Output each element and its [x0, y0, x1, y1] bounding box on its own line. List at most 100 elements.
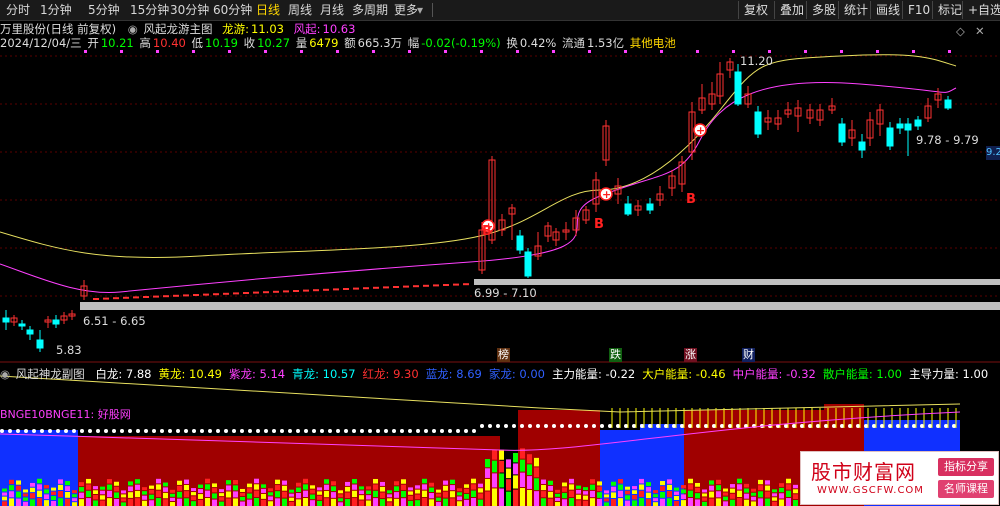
close-icon[interactable]: ✕	[975, 24, 985, 38]
energy-bar	[485, 478, 490, 491]
energy-bar	[758, 485, 763, 491]
energy-bar	[156, 498, 161, 506]
energy-bar	[240, 501, 245, 506]
event-mark-cai[interactable]: 财	[742, 348, 755, 362]
energy-bar	[436, 493, 441, 497]
indicator-chevron-icon[interactable]: ◉	[128, 22, 138, 36]
white-dot	[928, 424, 932, 428]
energy-bar	[86, 498, 91, 506]
top-dot-marker	[588, 50, 591, 53]
white-dot	[384, 429, 388, 433]
energy-bar	[793, 484, 798, 489]
energy-bar	[765, 491, 770, 498]
white-dot	[696, 424, 700, 428]
white-dot	[320, 429, 324, 433]
energy-bar	[212, 488, 217, 493]
energy-bar	[205, 478, 210, 484]
white-dot	[360, 429, 364, 433]
energy-bar	[23, 501, 28, 506]
white-dot	[584, 424, 588, 428]
energy-bar	[212, 493, 217, 499]
energy-bar	[513, 475, 518, 489]
energy-bar	[681, 485, 686, 489]
energy-bar	[471, 498, 476, 506]
energy-bar	[597, 486, 602, 492]
white-dot	[24, 429, 28, 433]
energy-bar	[548, 480, 553, 485]
white-dot	[352, 429, 356, 433]
energy-bar	[625, 486, 630, 490]
energy-bar	[450, 498, 455, 506]
settings-diamond-icon[interactable]: ◇	[956, 24, 965, 38]
energy-bar	[744, 483, 749, 488]
energy-bar	[72, 498, 77, 502]
stock-title[interactable]: 万里股份(日线 前复权)	[0, 22, 116, 36]
energy-bar	[548, 498, 553, 506]
close-label: 收	[243, 36, 256, 50]
energy-bar	[135, 490, 140, 498]
energy-bar	[219, 501, 224, 506]
sub-value-4: 红龙: 9.30	[362, 367, 419, 381]
energy-bar	[436, 497, 441, 501]
energy-bar	[639, 484, 644, 490]
energy-bar	[772, 501, 777, 506]
energy-bar	[380, 499, 385, 506]
energy-bar	[730, 493, 735, 499]
event-mark-zhang[interactable]: 涨	[684, 348, 697, 362]
energy-bar	[16, 491, 21, 498]
candle-body-51	[886, 127, 894, 147]
energy-bar	[2, 492, 7, 496]
white-dot	[88, 429, 92, 433]
candle-body-48	[858, 141, 866, 151]
white-dot	[376, 429, 380, 433]
energy-bar	[457, 488, 462, 492]
energy-bar	[590, 484, 595, 490]
energy-bar	[107, 498, 112, 506]
energy-bar	[611, 499, 616, 506]
energy-bar	[555, 489, 560, 493]
energy-bar	[261, 484, 266, 488]
energy-bar	[569, 478, 574, 484]
small-candle	[153, 295, 159, 298]
white-dot	[728, 424, 732, 428]
white-dot	[616, 424, 620, 428]
energy-bar	[359, 486, 364, 490]
energy-bar	[79, 482, 84, 487]
energy-bar	[639, 498, 644, 506]
concept-tag[interactable]: 其他电池	[630, 36, 676, 50]
energy-bar	[688, 478, 693, 484]
energy-bar	[233, 498, 238, 506]
small-candle	[303, 289, 309, 292]
energy-bar	[443, 498, 448, 506]
event-mark-bang[interactable]: 榜	[497, 348, 510, 362]
watermark-tag-share[interactable]: 指标分享	[938, 458, 994, 476]
energy-bar	[464, 493, 469, 499]
energy-bar	[716, 498, 721, 506]
energy-bar	[156, 484, 161, 490]
energy-bar	[380, 492, 385, 499]
energy-bar	[261, 493, 266, 499]
energy-bar	[345, 481, 350, 486]
white-dot	[632, 424, 636, 428]
kline-chart[interactable]: +++	[0, 0, 1000, 506]
energy-bar	[366, 490, 371, 495]
range-label-2: 6.99 - 7.10	[474, 286, 537, 300]
event-mark-die[interactable]: 跌	[609, 348, 622, 362]
sub-indicator-name[interactable]: 风起神龙副图	[16, 367, 85, 381]
white-dot	[496, 424, 500, 428]
energy-bar	[317, 495, 322, 500]
watermark-tag-course[interactable]: 名师课程	[938, 480, 994, 498]
white-dot	[648, 424, 652, 428]
energy-bar	[478, 483, 483, 488]
energy-bar	[352, 478, 357, 484]
energy-bar	[373, 498, 378, 506]
sub-indicator-icon[interactable]: ◉	[0, 367, 10, 381]
main-indicator-name[interactable]: 风起龙游主图	[144, 22, 213, 36]
energy-bar	[765, 498, 770, 506]
white-dot	[8, 429, 12, 433]
energy-bar	[247, 488, 252, 493]
energy-bar	[457, 492, 462, 496]
energy-bar	[562, 482, 567, 487]
white-dot	[80, 429, 84, 433]
white-dot	[32, 429, 36, 433]
